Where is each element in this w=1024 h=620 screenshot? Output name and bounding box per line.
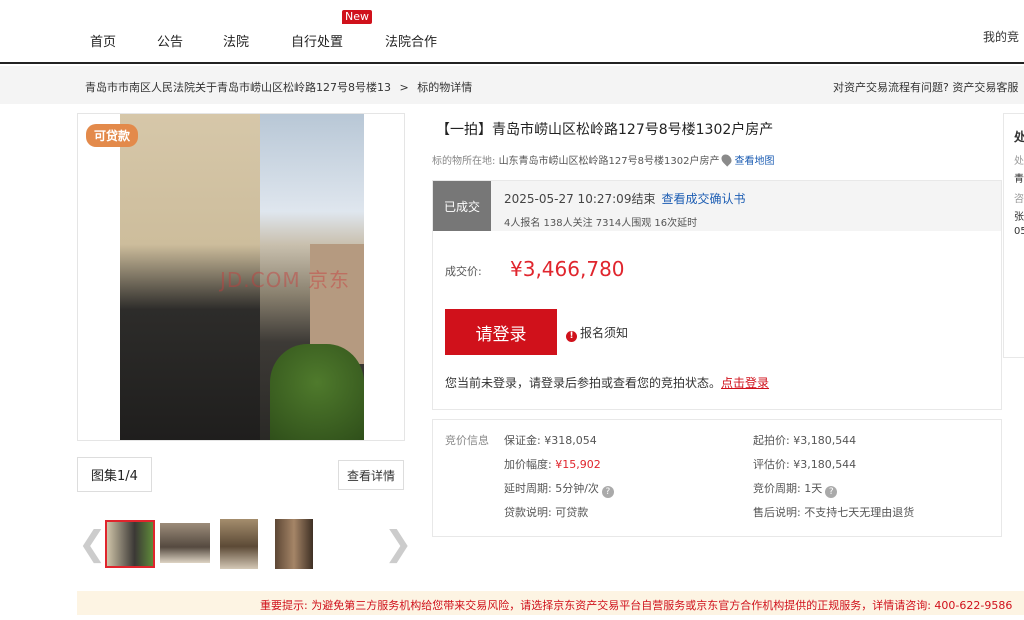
location-address: 山东青岛市崂山区松岭路127号8号楼1302户房产 (498, 156, 720, 167)
bid-info-box: 竞价信息 保证金: ¥318,054 加价幅度: ¥15,902 延时周期: 5… (432, 419, 1002, 537)
album-counter[interactable]: 图集1/4 (77, 457, 152, 492)
breadcrumb-link[interactable]: 青岛市市南区人民法院关于青岛市崂山区松岭路127号8号楼13 (85, 81, 391, 94)
thumbnail[interactable] (220, 519, 258, 569)
end-time-text: 2025-05-27 10:27:09结束 (504, 192, 656, 206)
increment-label: 加价幅度: (504, 458, 552, 471)
click-login-link[interactable]: 点击登录 (721, 376, 769, 390)
increment-value: ¥15,902 (555, 458, 601, 471)
help-icon[interactable]: ? (601, 486, 614, 498)
confirmation-link[interactable]: 查看成交确认书 (661, 192, 745, 206)
chevron-right-icon[interactable]: ❯ (384, 527, 413, 561)
breadcrumb: 青岛市市南区人民法院关于青岛市崂山区松岭路127号8号楼13 > 标的物详情 (85, 79, 472, 95)
notice-label: 报名须知 (580, 326, 629, 340)
side-text: 青 (1014, 174, 1024, 185)
item-location: 标的物所在地: 山东青岛市崂山区松岭路127号8号楼1302户房产 查看地图 (432, 152, 774, 167)
side-text: 处 (1014, 156, 1024, 167)
login-tip-text: 您当前未登录，请登录后参拍或查看您的竞拍状态。 (445, 376, 722, 390)
status-badge: 已成交 (433, 181, 491, 231)
disposal-unit-panel: 处 处 青 咨 张 05 (1003, 113, 1024, 358)
login-tip: 您当前未登录，请登录后参拍或查看您的竞拍状态。点击登录 (445, 374, 769, 391)
bid-info-label: 竞价信息 (445, 434, 489, 447)
increment: 加价幅度: ¥15,902 (504, 456, 601, 472)
page-title: 【一拍】青岛市崂山区松岭路127号8号楼1302户房产 (436, 122, 774, 138)
delay-cycle: 延时周期: 5分钟/次? (504, 480, 614, 498)
help-link[interactable]: 对资产交易流程有问题? 资产交易客服 (833, 79, 1018, 95)
nav-home[interactable]: 首页 (90, 31, 116, 50)
cycle-text: 竞价周期: 1天 (753, 482, 823, 495)
view-details-button[interactable]: 查看详情 (338, 460, 404, 490)
loan-tag: 可贷款 (86, 124, 139, 147)
tree-shape (270, 344, 364, 440)
registration-notice-link[interactable]: ! 报名须知 (566, 324, 628, 342)
nav-announcements[interactable]: 公告 (157, 31, 183, 50)
jd-watermark: JD.COM 京东 (220, 268, 350, 292)
help-icon[interactable]: ? (825, 486, 838, 498)
important-notice: 重要提示: 为避免第三方服务机构给您带来交易风险，请选择京东资产交易平台自营服务… (77, 591, 1024, 615)
bid-cycle: 竞价周期: 1天? (753, 480, 838, 498)
breadcrumb-current: 标的物详情 (417, 81, 473, 94)
after-sale-description: 售后说明: 不支持七天无理由退货 (753, 506, 915, 519)
thumbnail[interactable] (105, 520, 155, 568)
loan-description: 贷款说明: 可贷款 (504, 506, 589, 519)
side-text: 张 (1014, 212, 1024, 223)
appraisal-price: 评估价: ¥3,180,544 (753, 458, 857, 471)
nav-self-disposal[interactable]: 自行处置 (291, 31, 343, 50)
final-price-label: 成交价: (445, 265, 482, 278)
breadcrumb-separator: > (399, 81, 409, 94)
login-button[interactable]: 请登录 (445, 309, 557, 355)
delay-text: 延时周期: 5分钟/次 (504, 482, 599, 495)
side-text: 05 (1014, 226, 1024, 237)
thumbnail[interactable] (275, 519, 313, 569)
nav-court-cooperation[interactable]: 法院合作 (385, 31, 437, 50)
new-badge: New (342, 10, 372, 24)
final-price: ¥3,466,780 (510, 257, 625, 281)
auction-stats: 4人报名 138人关注 7314人围观 16次延时 (504, 218, 698, 229)
top-nav: 首页 公告 法院 自行处置 New 法院合作 我的竞 (0, 0, 1024, 64)
view-map-link[interactable]: 查看地图 (734, 156, 774, 167)
alert-icon: ! (566, 331, 577, 342)
chevron-left-icon[interactable]: ❮ (78, 527, 107, 561)
thumbnail[interactable] (160, 523, 210, 563)
location-label: 标的物所在地: (432, 156, 496, 167)
auction-status-box: 已成交 2025-05-27 10:27:09结束 查看成交确认书 4人报名 13… (432, 180, 1002, 410)
map-pin-icon (719, 152, 735, 167)
nav-courts[interactable]: 法院 (223, 31, 249, 50)
side-text: 咨 (1014, 194, 1024, 205)
breadcrumb-bar: 青岛市市南区人民法院关于青岛市崂山区松岭路127号8号楼13 > 标的物详情 对… (0, 66, 1024, 104)
my-auction-link[interactable]: 我的竞 (983, 28, 1019, 45)
property-photo: JD.COM 京东 (120, 114, 364, 440)
starting-price: 起拍价: ¥3,180,544 (753, 434, 857, 447)
end-time: 2025-05-27 10:27:09结束 查看成交确认书 (504, 190, 745, 207)
side-text: 处 (1014, 128, 1024, 145)
deposit: 保证金: ¥318,054 (504, 434, 597, 447)
status-header: 已成交 2025-05-27 10:27:09结束 查看成交确认书 4人报名 13… (433, 181, 1001, 231)
main-image[interactable]: JD.COM 京东 可贷款 (77, 113, 405, 441)
